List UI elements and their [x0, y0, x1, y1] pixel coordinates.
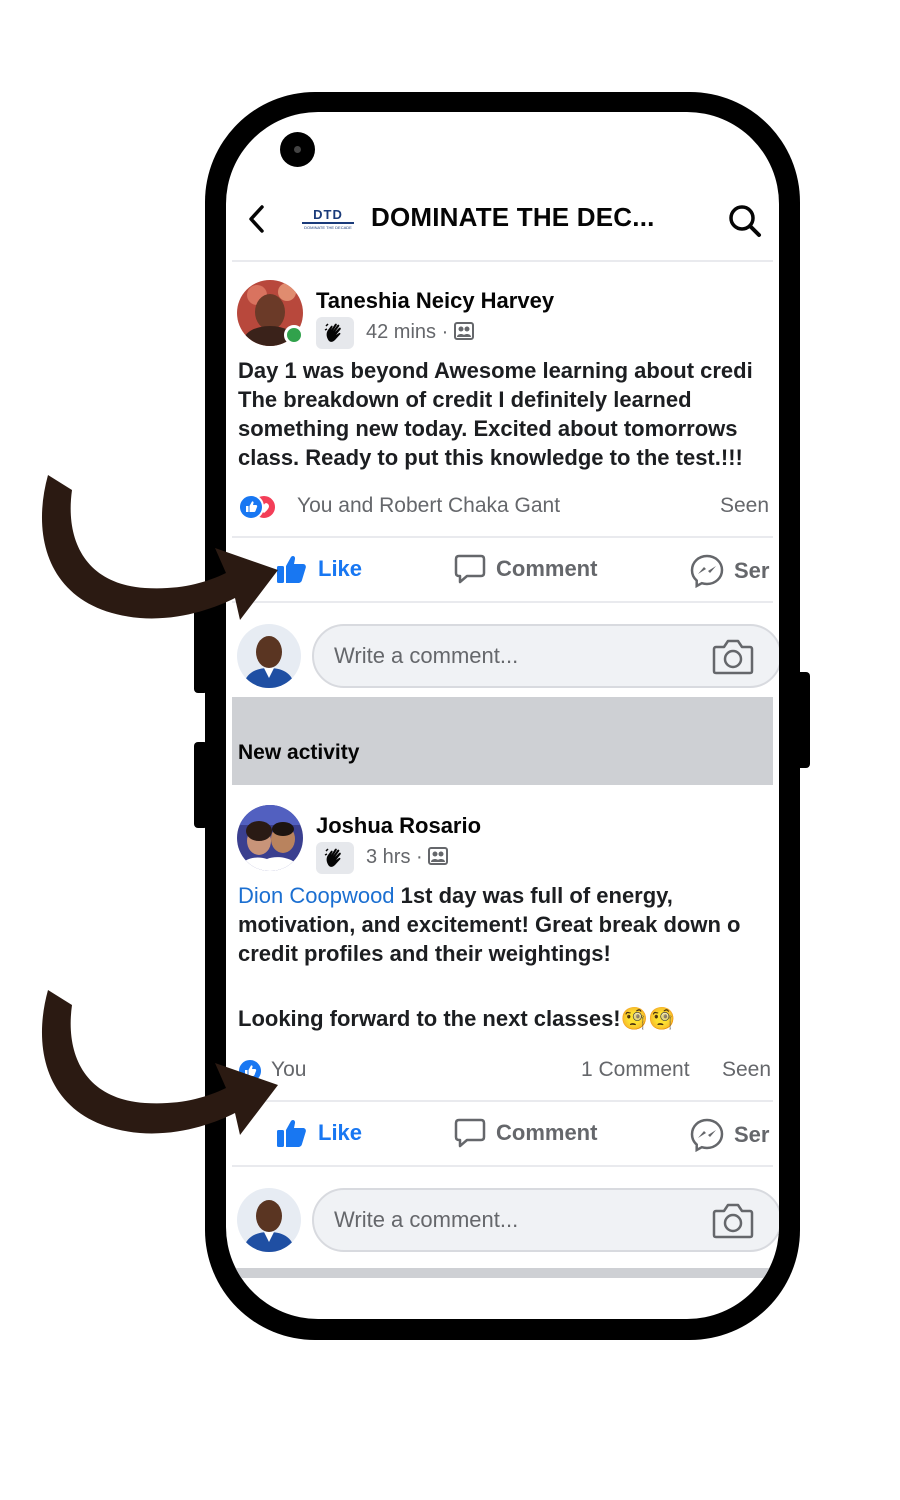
comment-placeholder: Write a comment... [334, 1207, 519, 1232]
post-author-name[interactable]: Taneshia Neicy Harvey [316, 288, 554, 314]
post-time: 3 hrs [366, 846, 411, 868]
send-button[interactable]: Ser [690, 1118, 769, 1152]
user-photo [237, 1188, 301, 1252]
wave-hand-icon [324, 848, 341, 867]
post-text-line: Looking forward to the next classes!🧐🧐 [238, 1004, 778, 1033]
comment-button[interactable]: Comment [454, 554, 597, 584]
current-user-avatar [237, 1188, 301, 1252]
comment-button[interactable]: Comment [454, 1118, 597, 1148]
post-meta: 3 hrs · [366, 846, 449, 869]
comment-bubble-icon [454, 554, 486, 584]
logo-text: DTD [313, 207, 343, 222]
post-time: 42 mins [366, 321, 437, 343]
mention-link[interactable]: Dion Coopwood [238, 883, 395, 908]
comments-count[interactable]: 1 Comment [581, 1058, 690, 1082]
post-body: Day 1 was beyond Awesome learning about … [238, 356, 778, 472]
camera-icon [712, 1203, 754, 1239]
reactions-divider [232, 536, 773, 538]
wave-hand-icon [324, 323, 341, 342]
post-text-line: something new today. Excited about tomor… [238, 416, 738, 441]
post-text-line: Dion Coopwood 1st day was full of energy… [238, 881, 778, 910]
comment-label: Comment [496, 1120, 598, 1145]
send-label: Ser [734, 558, 770, 583]
messenger-icon [690, 554, 724, 588]
curved-arrow-icon [41, 990, 278, 1135]
meta-separator: · [441, 321, 449, 343]
post-text-line: class. Ready to put this knowledge to th… [238, 445, 743, 470]
group-member-badge [316, 317, 354, 349]
camera-button[interactable] [712, 638, 754, 681]
members-audience-icon [453, 322, 474, 340]
post-text-line: Day 1 was beyond Awesome learning about … [238, 358, 753, 383]
reactions-divider [232, 1100, 773, 1102]
phone-screen: DTD DOMINATE THE DECADE DOMINATE THE DEC… [226, 112, 779, 1319]
online-status-dot [284, 325, 304, 345]
comment-input[interactable]: Write a comment... [312, 1188, 779, 1252]
send-label: Ser [734, 1122, 770, 1147]
post-text-line: credit profiles and their weightings! [238, 941, 611, 966]
seen-label[interactable]: Seen [720, 494, 769, 518]
author-photo [237, 805, 303, 871]
logo-subtext: DOMINATE THE DECADE [304, 225, 352, 230]
members-audience-icon [428, 847, 449, 865]
like-label: Like [318, 1120, 363, 1145]
curved-arrow-icon [41, 475, 278, 620]
comment-label: Comment [496, 556, 598, 581]
comment-placeholder: Write a comment... [334, 643, 519, 668]
comment-input[interactable]: Write a comment... [312, 624, 779, 688]
camera-icon [712, 639, 754, 675]
section-label: New activity [238, 741, 360, 764]
back-button[interactable] [244, 204, 270, 234]
like-label: Like [318, 556, 363, 581]
comment-bubble-icon [454, 1118, 486, 1148]
post-text-line: motivation, and excitement! Great break … [238, 912, 741, 937]
post-author-name[interactable]: Joshua Rosario [316, 813, 481, 839]
group-member-badge [316, 842, 354, 874]
page-title: DOMINATE THE DEC... [371, 202, 655, 232]
group-logo: DTD DOMINATE THE DECADE [298, 208, 358, 232]
chevron-left-icon [249, 205, 264, 233]
actions-divider [232, 1165, 773, 1167]
search-button[interactable] [726, 202, 766, 240]
camera-button[interactable] [712, 1202, 754, 1245]
post-text-segment: 1st day was full of energy, [394, 883, 673, 908]
feed-separator [232, 1268, 773, 1278]
post-text-segment: Looking forward to the next classes! [238, 1006, 621, 1031]
header-divider [232, 260, 773, 262]
send-button[interactable]: Ser [690, 554, 769, 588]
monocle-emoji-icon: 🧐🧐 [620, 1006, 676, 1031]
search-icon [729, 205, 761, 237]
avatar[interactable] [237, 805, 303, 871]
front-camera [280, 132, 315, 167]
actions-divider [232, 601, 773, 603]
reactions-summary[interactable]: You and Robert Chaka Gant [297, 494, 560, 518]
post-text-line: The breakdown of credit I definitely lea… [238, 387, 692, 412]
messenger-icon [690, 1118, 724, 1152]
post-body: Dion Coopwood 1st day was full of energy… [238, 881, 778, 1033]
meta-separator: · [416, 846, 423, 868]
seen-label[interactable]: Seen [722, 1058, 771, 1082]
post-meta: 42 mins · [366, 321, 474, 344]
